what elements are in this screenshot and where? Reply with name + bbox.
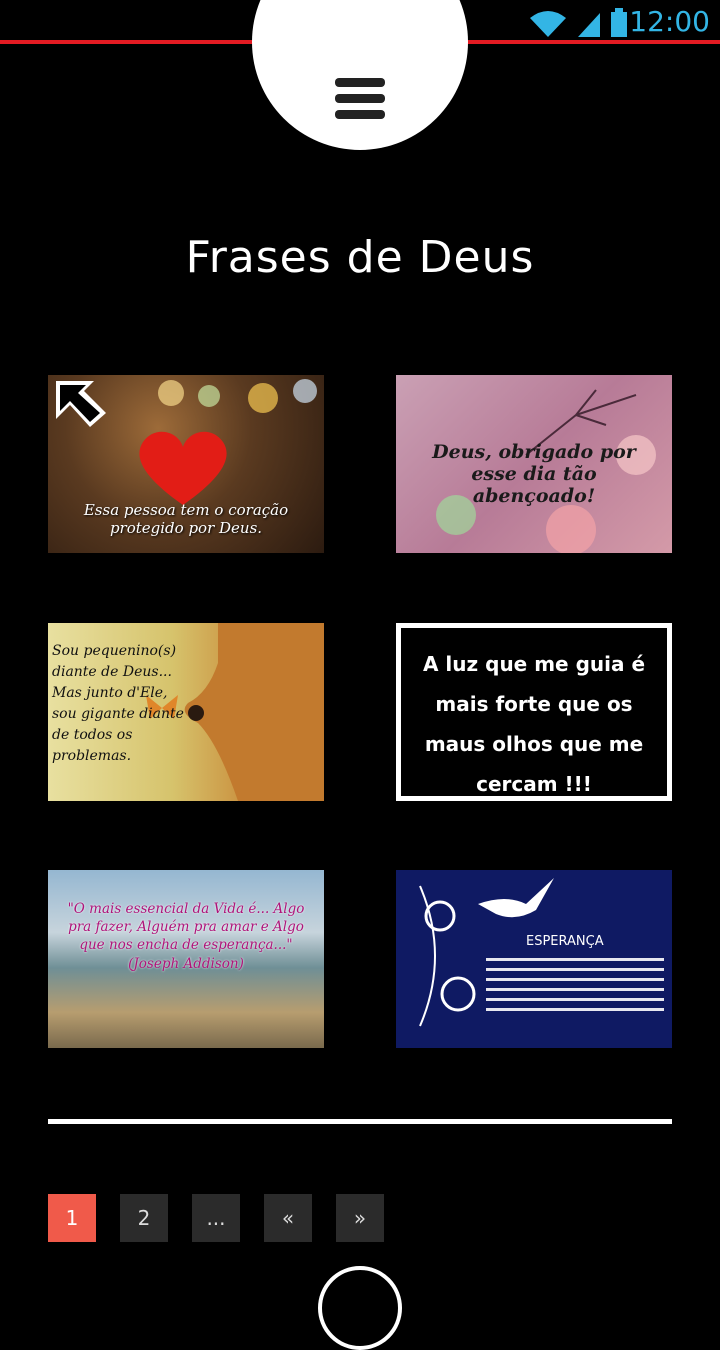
- heart-icon: [139, 431, 227, 505]
- arrow-icon: [56, 381, 106, 427]
- tile-caption: Deus, obrigado por esse dia tão abençoad…: [432, 441, 636, 507]
- image-tile[interactable]: A luz que me guia é mais forte que os ma…: [396, 623, 672, 801]
- bokeh-light: [248, 383, 278, 413]
- tile-caption: "O mais essencial da Vida é... Algo pra …: [67, 901, 305, 972]
- bottom-circle-button[interactable]: [318, 1266, 402, 1350]
- status-icons: [528, 8, 628, 38]
- hamburger-icon: [335, 78, 385, 87]
- text-line: [486, 978, 664, 981]
- image-tile[interactable]: Deus, obrigado por esse dia tão abençoad…: [396, 375, 672, 553]
- tile-caption: A luz que me guia é mais forte que os ma…: [422, 652, 646, 796]
- text-line: [486, 958, 664, 961]
- tile-text-lines: [486, 958, 664, 1018]
- menu-backdrop: [252, 0, 468, 150]
- page-button-1[interactable]: 1: [48, 1194, 96, 1242]
- hamburger-icon-bar: [335, 110, 385, 119]
- pagination: 1 2 ... « »: [48, 1194, 384, 1242]
- bokeh-light: [293, 379, 317, 403]
- image-tile[interactable]: ESPERANÇA: [396, 870, 672, 1048]
- tile-title: ESPERANÇA: [526, 934, 604, 949]
- bokeh-light: [158, 380, 184, 406]
- text-line: [486, 968, 664, 971]
- signal-icon: [578, 13, 600, 37]
- tile-caption: Sou pequenino(s) diante de Deus... Mas j…: [52, 643, 184, 764]
- image-tile[interactable]: Sou pequenino(s) diante de Deus... Mas j…: [48, 623, 324, 801]
- text-line: [486, 998, 664, 1001]
- page-button-2[interactable]: 2: [120, 1194, 168, 1242]
- image-tile[interactable]: Essa pessoa tem o coração protegido por …: [48, 375, 324, 553]
- status-time: 12:00: [629, 5, 710, 38]
- tile-caption: Essa pessoa tem o coração protegido por …: [83, 501, 289, 537]
- page-next-button[interactable]: »: [336, 1194, 384, 1242]
- hamburger-icon-bar: [335, 94, 385, 103]
- battery-icon: [611, 8, 627, 37]
- page-ellipsis-button[interactable]: ...: [192, 1194, 240, 1242]
- text-line: [486, 988, 664, 991]
- image-tile[interactable]: "O mais essencial da Vida é... Algo pra …: [48, 870, 324, 1048]
- page-title: Frases de Deus: [185, 232, 535, 283]
- bokeh-light: [546, 505, 596, 553]
- page-prev-button[interactable]: «: [264, 1194, 312, 1242]
- text-line: [486, 1008, 664, 1011]
- menu-button[interactable]: [335, 78, 385, 120]
- wifi-icon: [530, 11, 566, 37]
- dog-icon: [184, 623, 324, 801]
- content-divider: [48, 1119, 672, 1124]
- bird-icon: [478, 878, 554, 918]
- bokeh-light: [198, 385, 220, 407]
